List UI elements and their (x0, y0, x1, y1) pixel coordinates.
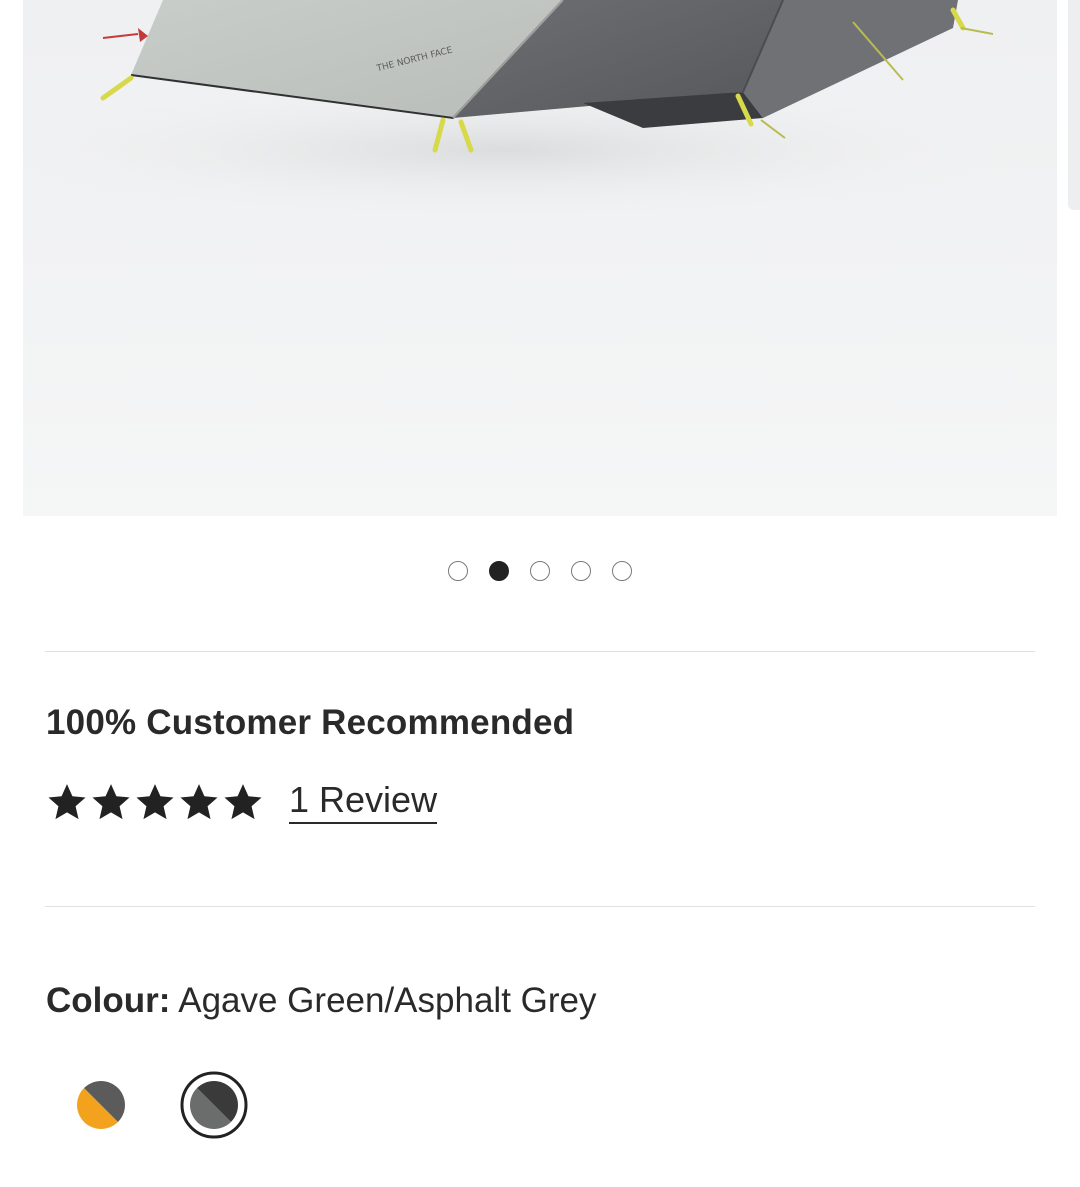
colour-swatch[interactable]: Orange/Asphalt Grey (61, 1065, 141, 1145)
divider (45, 906, 1035, 907)
tent-illustration: THE NORTH FACE (23, 0, 1023, 220)
colour-swatch[interactable]: Agave Green/Asphalt Grey (174, 1065, 254, 1145)
star-icon (136, 784, 174, 820)
star-icon (92, 784, 130, 820)
star-icon (48, 784, 86, 820)
colour-label: Colour: (46, 981, 171, 1020)
divider (45, 651, 1035, 652)
colour-swatches: Orange/Asphalt Grey Agave Green/Asphalt G… (0, 1068, 1080, 1148)
next-image-peek (1068, 0, 1080, 210)
colour-selection: Colour: Agave Green/Asphalt Grey (46, 981, 597, 1021)
carousel-dot[interactable] (571, 561, 591, 581)
carousel-dot[interactable] (530, 561, 550, 581)
carousel-dot[interactable] (448, 561, 468, 581)
star-icon (180, 784, 218, 820)
star-rating (46, 781, 264, 823)
carousel-dot[interactable] (612, 561, 632, 581)
reviews-link[interactable]: 1 Review (289, 780, 438, 824)
star-icon (224, 784, 262, 820)
carousel-pagination (0, 561, 1080, 585)
carousel-dot[interactable] (489, 561, 509, 581)
colour-value: Agave Green/Asphalt Grey (178, 981, 597, 1020)
rating-row: 1 Review (46, 777, 438, 827)
recommendation-headline: 100% Customer Recommended (46, 703, 575, 742)
product-image[interactable]: THE NORTH FACE (23, 0, 1057, 516)
